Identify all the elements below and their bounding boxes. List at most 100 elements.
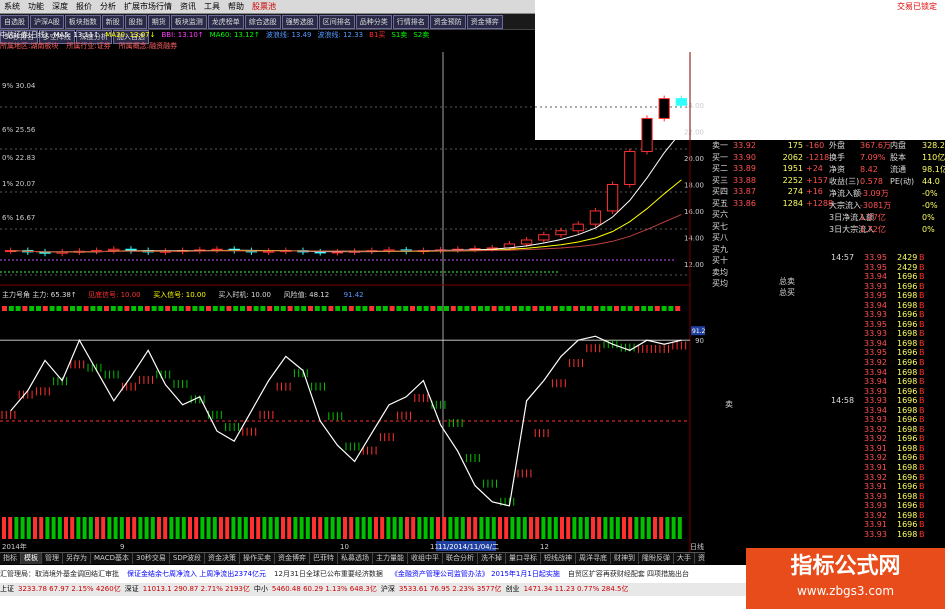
menu-item[interactable]: 扩展市场行情: [120, 0, 176, 14]
indicator-tab[interactable]: 大手: [674, 553, 695, 564]
toolbar-button[interactable]: 新股: [101, 15, 124, 29]
tick-row[interactable]: 33.92 1696 B: [827, 453, 945, 463]
tick-row[interactable]: 33.93 1696 B: [827, 501, 945, 511]
news-item[interactable]: 保证金结余七周净流入 上周净流出2374亿元: [127, 565, 266, 583]
indicator-tab[interactable]: 收组中平: [408, 553, 443, 564]
toolbar-button[interactable]: 资金博弈: [466, 15, 503, 29]
tick-row[interactable]: 33.93 1696 B: [827, 415, 945, 425]
indicator-tab[interactable]: 资源: [695, 553, 705, 564]
menu-item[interactable]: 工具: [200, 0, 224, 14]
tick-row[interactable]: 33.94 1698 B: [827, 406, 945, 416]
menu-item[interactable]: 深度: [48, 0, 72, 14]
tick-row[interactable]: 33.91 1696 B: [827, 520, 945, 530]
menu-item[interactable]: 资讯: [176, 0, 200, 14]
tick-row[interactable]: 33.95 1696 B: [827, 348, 945, 358]
orderbook-row[interactable]: 买七: [705, 221, 827, 233]
tick-row[interactable]: 14:57 33.95 2429 B: [827, 253, 945, 263]
menu-item[interactable]: 分析: [96, 0, 120, 14]
tick-row[interactable]: 33.91 1698 B: [827, 444, 945, 454]
toolbar-button[interactable]: 综合选股: [244, 15, 281, 29]
indicator-tab[interactable]: 洗不掉: [478, 553, 506, 564]
news-item[interactable]: 汇管理局：取消境外基金调回结汇审批: [0, 565, 119, 583]
menu-item[interactable]: 报价: [72, 0, 96, 14]
indicator-tab[interactable]: 30秒交易: [133, 553, 170, 564]
indicator-tab[interactable]: 巴菲特: [310, 553, 338, 564]
tick-row[interactable]: 33.92 1698 B: [827, 425, 945, 435]
toolbar-button[interactable]: 龙虎榜单: [207, 15, 244, 29]
indicator-tab[interactable]: 另存为: [63, 553, 91, 564]
kline-chart[interactable]: 9% 30.04 6% 25.56 0% 22.83 1% 20.07 6% 16.67…: [0, 52, 705, 552]
tick-row[interactable]: 33.92 1696 B: [827, 473, 945, 483]
tick-row[interactable]: 14:58 33.93 1696 B: [827, 396, 945, 406]
tick-row[interactable]: 33.94 1698 B: [827, 368, 945, 378]
period-label[interactable]: 日线: [690, 542, 704, 551]
orderbook-row[interactable]: 买三 33.88 2252 +157: [705, 175, 828, 187]
orderbook-row[interactable]: 买四 33.87 274 +16: [705, 186, 827, 198]
news-item[interactable]: 12月31日全球已公布重要经济数据: [274, 565, 383, 583]
indicator-tab[interactable]: 联合分析: [443, 553, 478, 564]
tick-row[interactable]: 33.92 1698 B: [827, 511, 945, 521]
toolbar-button[interactable]: 资金预防: [429, 15, 466, 29]
tick-row[interactable]: 33.95 1696 B: [827, 320, 945, 330]
indicator-tab[interactable]: MACD基本: [91, 553, 133, 564]
news-item[interactable]: 自贸区扩容再获财经配套 四项措施出台: [568, 565, 689, 583]
indicator-tab[interactable]: SDP波段: [170, 553, 205, 564]
orderbook-row[interactable]: 买五 33.86 1284 +1288: [705, 198, 833, 210]
orderbook-row[interactable]: 买一 33.90 2062 -1218: [705, 152, 829, 164]
indicator-tab[interactable]: 模板: [21, 553, 42, 564]
tick-row[interactable]: 33.93 1696 B: [827, 310, 945, 320]
tick-row[interactable]: 33.93 1698 B: [827, 492, 945, 502]
indicator-tab[interactable]: 财神到: [611, 553, 639, 564]
tick-row[interactable]: 33.93 1696 B: [827, 387, 945, 397]
tick-row[interactable]: 33.91 1698 B: [827, 463, 945, 473]
menu-item[interactable]: 系统: [0, 0, 24, 14]
indicator-tab[interactable]: 私募透场: [338, 553, 373, 564]
menu-item[interactable]: 功能: [24, 0, 48, 14]
toolbar-button[interactable]: 强势选股: [281, 15, 318, 29]
toolbar-button[interactable]: 行情排名: [392, 15, 429, 29]
ob-level: 买四: [712, 187, 728, 196]
orderbook-row[interactable]: 买十: [705, 255, 827, 267]
indicator-tab[interactable]: 资金博弈: [275, 553, 310, 564]
tick-volume: 1698: [897, 424, 918, 434]
indicator-tab[interactable]: 主力量能: [373, 553, 408, 564]
toolbar-button[interactable]: 板块监测: [170, 15, 207, 29]
tick-row[interactable]: 33.94 1698 B: [827, 377, 945, 387]
indicator-tab[interactable]: 资金决策: [205, 553, 240, 564]
orderbook-row[interactable]: 买八: [705, 232, 827, 244]
toolbar-button[interactable]: 品种分类: [355, 15, 392, 29]
tick-row[interactable]: 33.95 2429 B: [827, 263, 945, 273]
toolbar-button[interactable]: 期货: [147, 15, 170, 29]
tick-row[interactable]: 33.94 1698 B: [827, 339, 945, 349]
toolbar-button[interactable]: 沪深A股: [30, 15, 64, 29]
orderbook-row[interactable]: 买二 33.89 1951 +24: [705, 163, 827, 175]
stock-info: 所属概念:融资融券: [118, 42, 178, 50]
menu-item[interactable]: 帮助: [224, 0, 248, 14]
orderbook-row[interactable]: 买九: [705, 244, 827, 256]
indicator-tab[interactable]: 短线战神: [541, 553, 576, 564]
toolbar-button[interactable]: 区间排名: [318, 15, 355, 29]
pool-menu[interactable]: 股票池: [248, 0, 280, 14]
indicator-tab[interactable]: 隆盼反弹: [639, 553, 674, 564]
indicator-tab[interactable]: 指标: [0, 553, 21, 564]
tick-row[interactable]: 33.93 1698 B: [827, 530, 945, 540]
orderbook-row[interactable]: 卖一 33.92 175 -160: [705, 140, 827, 152]
tick-row[interactable]: 33.93 1698 B: [827, 329, 945, 339]
tick-row[interactable]: 33.95 1698 B: [827, 291, 945, 301]
indicator-tab[interactable]: 周洋寻底: [576, 553, 611, 564]
tick-row[interactable]: 33.94 1696 B: [827, 272, 945, 282]
tick-row[interactable]: 33.93 1696 B: [827, 282, 945, 292]
toolbar-button[interactable]: 板块指数: [64, 15, 101, 29]
tick-row[interactable]: 33.92 1696 B: [827, 434, 945, 444]
toolbar-button[interactable]: 自选股: [0, 15, 29, 29]
tick-row[interactable]: 33.91 1696 B: [827, 482, 945, 492]
indicator-tab[interactable]: 操作买卖: [240, 553, 275, 564]
tick-row[interactable]: 33.94 1698 B: [827, 301, 945, 311]
toolbar-button[interactable]: 股指: [124, 15, 147, 29]
tick-list[interactable]: 14:57 33.95 2429 B 33.95 2429 B 33.94 1696 B 33.93…: [827, 253, 945, 539]
indicator-tab[interactable]: 管理: [42, 553, 63, 564]
tick-row[interactable]: 33.92 1696 B: [827, 358, 945, 368]
indicator-tab[interactable]: 量口寻标: [506, 553, 541, 564]
orderbook-row[interactable]: 买六: [705, 209, 827, 221]
news-item[interactable]: 《金融资产管理公司监管办法》 2015年1月1日起实施: [391, 565, 560, 583]
